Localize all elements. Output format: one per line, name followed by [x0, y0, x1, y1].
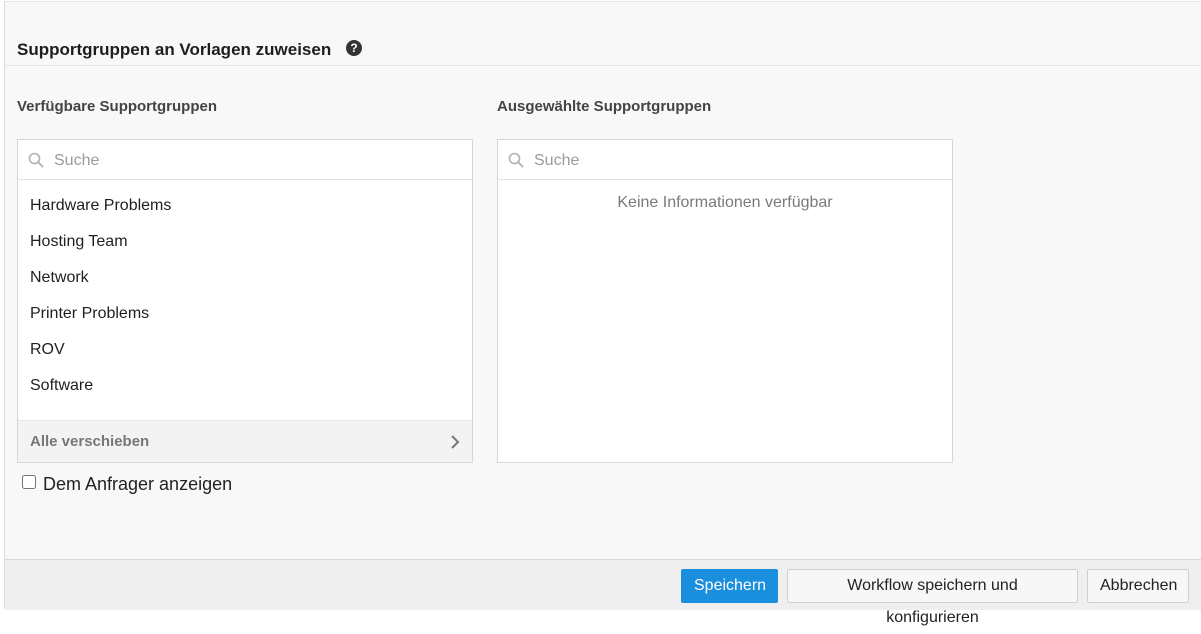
cancel-button[interactable]: Abbrechen — [1087, 569, 1189, 603]
search-icon — [508, 152, 524, 168]
save-and-configure-workflow-button[interactable]: Workflow speichern und konfigurieren — [787, 569, 1078, 626]
dialog-title: Supportgruppen an Vorlagen zuweisen — [17, 40, 332, 59]
list-item-rov[interactable]: ROV — [18, 332, 472, 368]
list-item-network[interactable]: Network — [18, 260, 472, 296]
empty-state-text: Keine Informationen verfügbar — [617, 194, 833, 211]
available-groups-panel: Hardware Problems Hosting Team Network P… — [17, 139, 473, 463]
selected-groups-panel: Keine Informationen verfügbar — [497, 139, 953, 463]
show-to-requester-label[interactable]: Dem Anfrager anzeigen — [43, 474, 232, 495]
available-groups-label: Verfügbare Supportgruppen — [17, 98, 218, 115]
selected-search-row — [498, 140, 952, 180]
list-item-printer-problems[interactable]: Printer Problems — [18, 296, 472, 332]
dialog-footer: Speichern Workflow speichern und konfigu… — [5, 559, 1201, 626]
move-all-button[interactable]: Alle verschieben — [18, 420, 472, 462]
available-search-input[interactable] — [52, 148, 456, 174]
list-item-hosting-team[interactable]: Hosting Team — [18, 224, 472, 260]
assign-support-groups-dialog: Supportgruppen an Vorlagen zuweisen ? Ve… — [4, 1, 1201, 626]
move-all-label: Alle verschieben — [30, 433, 150, 450]
selected-search-input[interactable] — [532, 148, 936, 174]
list-item-hardware-problems[interactable]: Hardware Problems — [18, 188, 472, 224]
available-search-row — [18, 140, 472, 180]
chevron-right-icon — [451, 435, 460, 449]
help-icon[interactable]: ? — [346, 40, 362, 56]
available-groups-list: Hardware Problems Hosting Team Network P… — [18, 188, 472, 404]
show-to-requester-checkbox[interactable] — [22, 475, 36, 489]
save-button[interactable]: Speichern — [681, 569, 778, 603]
selected-groups-label: Ausgewählte Supportgruppen — [497, 98, 712, 115]
dialog-header: Supportgruppen an Vorlagen zuweisen ? — [5, 2, 1201, 66]
search-icon — [28, 152, 44, 168]
list-item-software[interactable]: Software — [18, 368, 472, 404]
